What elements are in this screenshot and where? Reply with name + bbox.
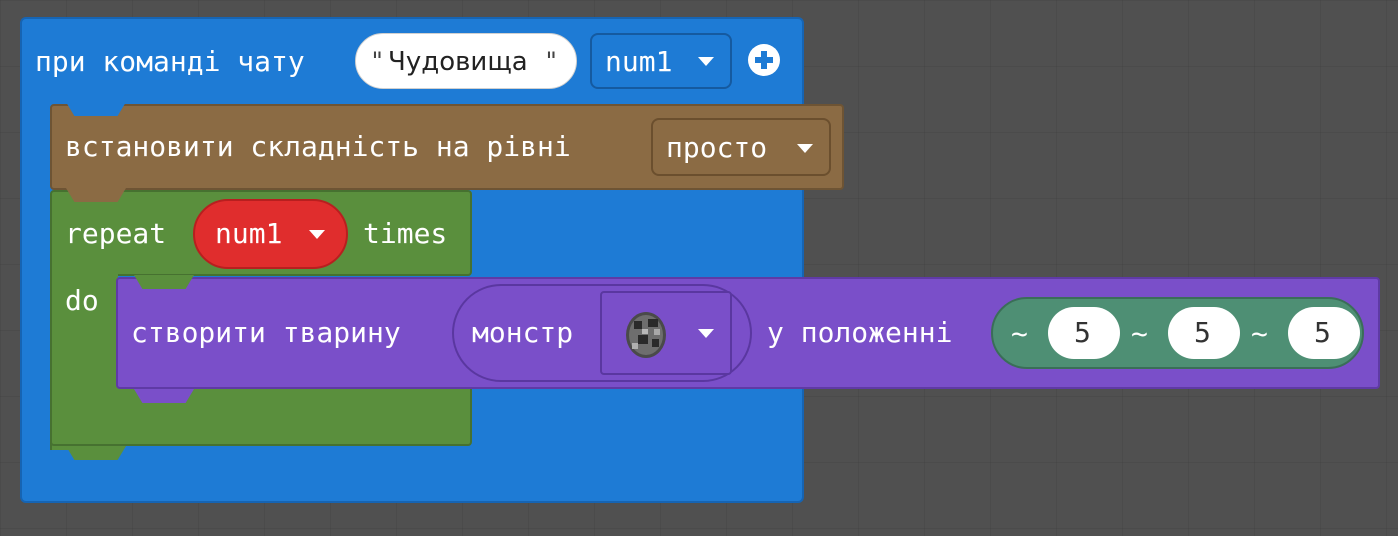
repeat-label: repeat — [65, 217, 167, 250]
mob-icon-dropdown[interactable] — [600, 291, 732, 375]
position-block[interactable]: ~ 5 ~ 5 ~ 5 — [991, 297, 1364, 369]
event-block-label: при команді чату — [35, 45, 305, 78]
coord-z-value: 5 — [1314, 316, 1331, 349]
quote-close: " — [544, 47, 559, 75]
coord-z-input[interactable]: 5 — [1288, 307, 1360, 359]
mob-value: монстр — [472, 316, 574, 349]
command-string-input[interactable]: " Чудовища " — [355, 33, 577, 89]
position-label: у положенні — [767, 316, 953, 349]
param-dropdown-value: num1 — [605, 45, 673, 78]
set-difficulty-label: встановити складність на рівні — [65, 130, 571, 163]
coord-y-input[interactable]: 5 — [1168, 307, 1240, 359]
coord-tilde-z: ~ — [1251, 317, 1268, 350]
block-notch — [134, 275, 194, 289]
chevron-down-icon — [698, 57, 714, 66]
command-string-value: Чудовища — [388, 47, 528, 77]
chevron-down-icon — [698, 329, 714, 338]
coord-tilde-x: ~ — [1011, 317, 1028, 350]
do-label: do — [65, 284, 99, 317]
block-notch — [134, 389, 194, 403]
repeat-block-footer — [50, 388, 472, 446]
chevron-down-icon — [309, 230, 325, 239]
repeat-variable-dropdown[interactable]: num1 — [193, 199, 348, 269]
difficulty-dropdown-value: просто — [666, 131, 768, 164]
difficulty-dropdown[interactable]: просто — [651, 118, 831, 176]
times-label: times — [363, 217, 448, 250]
param-dropdown[interactable]: num1 — [590, 33, 732, 89]
block-notch — [66, 188, 126, 202]
block-notch — [66, 102, 126, 116]
spawn-animal-label: створити тварину — [131, 316, 401, 349]
plus-circle-icon[interactable] — [746, 42, 782, 78]
coord-x-value: 5 — [1074, 316, 1091, 349]
quote-open: " — [370, 47, 385, 75]
coord-tilde-y: ~ — [1131, 317, 1148, 350]
block-notch — [66, 446, 126, 460]
chevron-down-icon — [797, 144, 813, 153]
monster-egg-icon — [620, 307, 672, 359]
coord-x-input[interactable]: 5 — [1048, 307, 1120, 359]
repeat-variable-value: num1 — [215, 217, 283, 250]
coord-y-value: 5 — [1194, 316, 1211, 349]
